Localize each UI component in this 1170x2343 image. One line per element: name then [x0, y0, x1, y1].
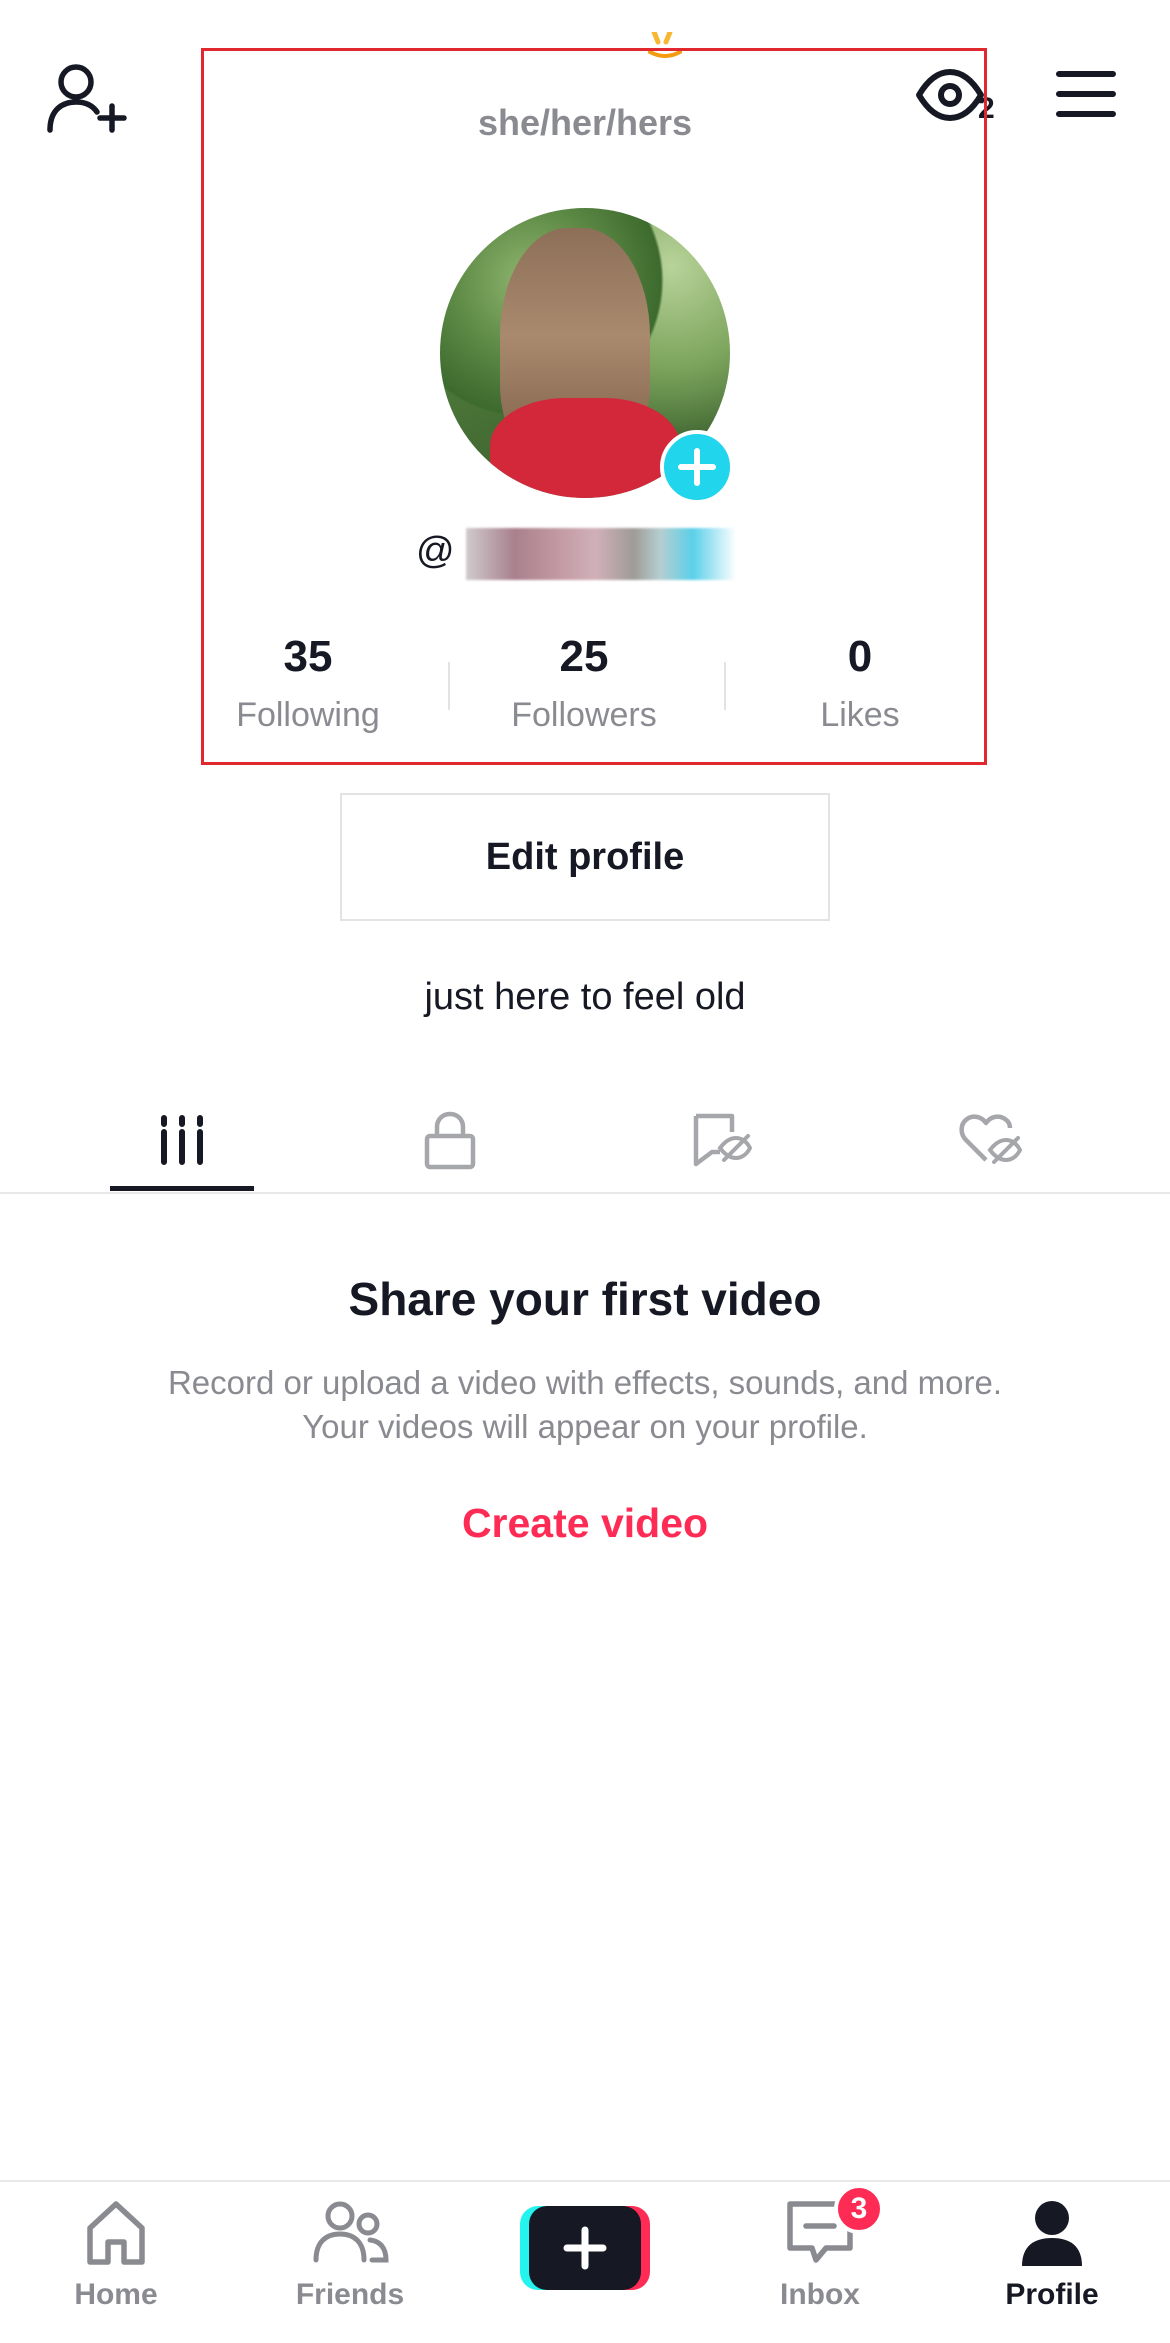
tab-private[interactable]: [360, 1090, 540, 1190]
repost-hidden-icon: [693, 1113, 752, 1167]
stat-label: Likes: [820, 696, 900, 734]
avatar-add-button[interactable]: [660, 430, 734, 504]
stat-value: 0: [847, 632, 873, 681]
username-prefix: @: [416, 530, 455, 572]
avatar-photo-dress: [490, 398, 680, 498]
create-plus-icon: [563, 2226, 607, 2270]
nav-profile[interactable]: Profile: [972, 2196, 1132, 2326]
bio: just here to feel old: [424, 976, 746, 1018]
nav-friends[interactable]: Friends: [270, 2196, 430, 2326]
tab-reposts[interactable]: [630, 1090, 810, 1190]
stat-following[interactable]: 35 Following: [168, 632, 448, 735]
bottom-nav-divider: [0, 2180, 1170, 2182]
active-tab-indicator: [110, 1186, 254, 1191]
stat-value: 25: [559, 632, 609, 681]
plus-icon: [678, 448, 716, 486]
lock-icon: [424, 1111, 476, 1170]
nav-label: Home: [74, 2278, 158, 2311]
tab-divider: [0, 1192, 1170, 1194]
nav-label: Profile: [1005, 2278, 1099, 2311]
edit-profile-button[interactable]: Edit profile: [340, 793, 830, 921]
empty-state-description: Record or upload a video with effects, s…: [167, 1364, 1003, 1401]
username-redacted: [466, 528, 736, 580]
create-video-link[interactable]: Create video: [0, 1500, 1170, 1547]
grid-videos-icon: [161, 1115, 203, 1165]
friends-icon: [313, 2201, 389, 2263]
menu-button[interactable]: [1055, 68, 1117, 120]
nav-create-button[interactable]: [520, 2206, 650, 2290]
liked-hidden-icon: [959, 1114, 1022, 1164]
tab-liked[interactable]: [900, 1090, 1080, 1190]
empty-state-description: Your videos will appear on your profile.: [302, 1408, 868, 1445]
stat-label: Followers: [511, 696, 657, 734]
nav-home[interactable]: Home: [36, 2196, 196, 2326]
profile-icon: [1022, 2201, 1082, 2266]
empty-state-title: Share your first video: [348, 1273, 822, 1325]
stat-likes[interactable]: 0 Likes: [720, 632, 1000, 735]
inbox-badge: 3: [834, 2184, 884, 2234]
stat-label: Following: [236, 696, 380, 734]
stat-followers[interactable]: 25 Followers: [444, 632, 724, 735]
nav-label: Friends: [295, 2278, 405, 2311]
nav-label: Inbox: [780, 2278, 860, 2311]
home-icon: [87, 2201, 145, 2265]
tab-videos[interactable]: [92, 1090, 272, 1190]
hamburger-menu-icon: [1056, 71, 1116, 117]
stat-value: 35: [283, 632, 333, 681]
